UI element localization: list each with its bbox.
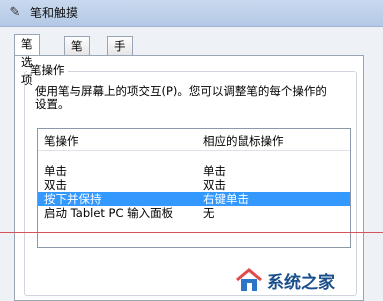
list-item-mouse: 双击 — [203, 178, 226, 192]
pen-touch-dialog: ✎ 笔和触摸 笔选项 笔势 手写 笔操作 使用笔与屏幕上的项交互(P)。您可以调… — [0, 0, 383, 301]
list-item-action: 按下并保持 — [44, 192, 102, 206]
column-header-mouse-action[interactable]: 相应的鼠标操作 — [203, 133, 284, 149]
annotation-line — [0, 232, 383, 233]
list-item-action: 双击 — [44, 178, 67, 192]
group-title: 笔操作 — [27, 62, 68, 78]
house-logo-icon — [236, 268, 262, 291]
list-item[interactable]: 双击 双击 — [38, 178, 350, 192]
tab-pen-options[interactable]: 笔选项 — [14, 34, 40, 87]
title-bar: ✎ 笔和触摸 — [0, 0, 383, 27]
tab-handwriting[interactable]: 手写 — [107, 36, 133, 71]
pen-icon: ✎ — [9, 5, 21, 20]
column-header-pen-action[interactable]: 笔操作 — [44, 133, 79, 149]
list-item[interactable]: 单击 单击 — [38, 164, 350, 178]
watermark-text: 系统之家 — [267, 273, 335, 293]
description-line-2: 设置。 — [35, 97, 70, 111]
pen-actions-list[interactable]: 笔操作 相应的鼠标操作 单击 单击 双击 双击 按下并保持 右键单击 启动 Ta… — [37, 128, 351, 248]
list-item[interactable]: 启动 Tablet PC 输入面板 无 — [38, 206, 350, 220]
list-header: 笔操作 相应的鼠标操作 — [38, 129, 350, 151]
list-item-mouse: 单击 — [203, 164, 226, 178]
list-item-selected[interactable]: 按下并保持 右键单击 — [38, 192, 350, 206]
window-title: 笔和触摸 — [30, 6, 79, 20]
group-description: 使用笔与屏幕上的项交互(P)。您可以调整笔的每个操作的 设置。 — [35, 85, 353, 111]
site-watermark: 系统之家 — [225, 265, 375, 295]
description-line-1: 使用笔与屏幕上的项交互(P)。您可以调整笔的每个操作的 — [35, 84, 327, 98]
list-item-mouse: 右键单击 — [203, 192, 249, 206]
tab-flicks[interactable]: 笔势 — [64, 36, 90, 71]
list-item-mouse: 无 — [203, 206, 215, 220]
list-item-action: 单击 — [44, 164, 67, 178]
list-item-action: 启动 Tablet PC 输入面板 — [44, 206, 174, 220]
